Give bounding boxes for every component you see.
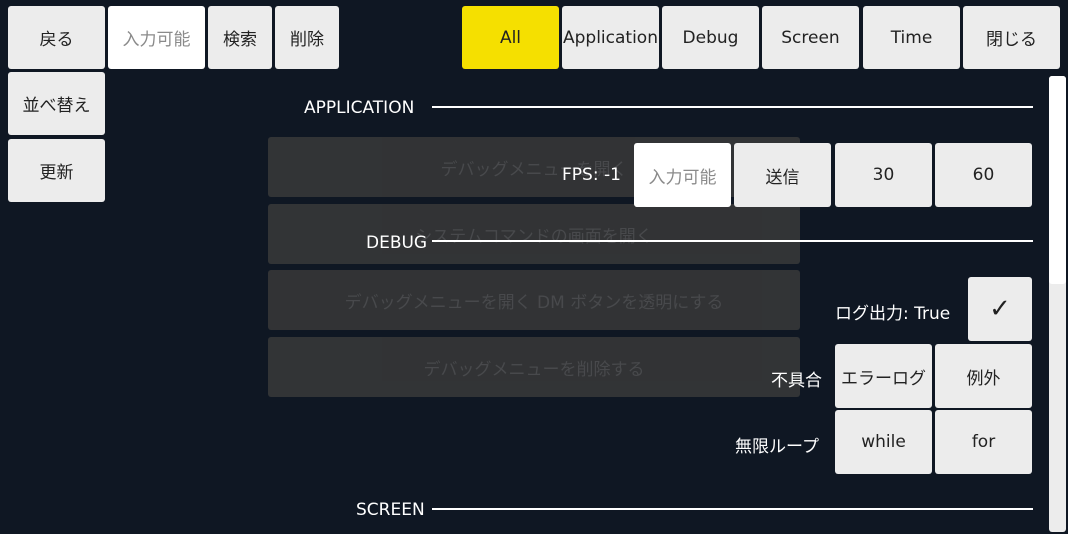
fps-label: FPS: -1 xyxy=(562,165,621,185)
close-button[interactable]: 閉じる xyxy=(963,6,1060,69)
delete-button[interactable]: 削除 xyxy=(275,6,339,69)
section-application-title: APPLICATION xyxy=(304,98,415,118)
delete-debug-menu-button[interactable]: デバッグメニューを削除する xyxy=(268,337,800,397)
open-system-command-button[interactable]: システムコマンドの画面を開く xyxy=(268,204,800,264)
error-log-button[interactable]: エラーログ xyxy=(835,344,932,408)
tab-debug[interactable]: Debug xyxy=(662,6,759,69)
fps-30-button[interactable]: 30 xyxy=(835,143,932,207)
section-screen-title: SCREEN xyxy=(356,500,425,520)
checkmark-icon: ✓ xyxy=(989,294,1011,324)
infinite-loop-label: 無限ループ xyxy=(735,437,819,457)
search-input[interactable]: 入力可能 xyxy=(108,6,205,69)
section-debug-title: DEBUG xyxy=(366,233,428,253)
section-debug-divider xyxy=(432,240,1033,242)
back-button[interactable]: 戻る xyxy=(8,6,105,69)
fps-send-button[interactable]: 送信 xyxy=(734,143,831,207)
sort-button[interactable]: 並べ替え xyxy=(8,72,105,135)
refresh-button[interactable]: 更新 xyxy=(8,139,105,202)
section-application-divider xyxy=(432,106,1033,108)
tab-screen[interactable]: Screen xyxy=(762,6,859,69)
tab-time[interactable]: Time xyxy=(863,6,960,69)
tab-application[interactable]: Application xyxy=(562,6,659,69)
fps-60-button[interactable]: 60 xyxy=(935,143,1032,207)
log-output-checkbox[interactable]: ✓ xyxy=(968,277,1032,341)
log-output-label: ログ出力: True xyxy=(835,304,951,324)
scrollbar-thumb[interactable] xyxy=(1049,76,1066,284)
section-screen-divider xyxy=(432,508,1033,510)
while-loop-button[interactable]: while xyxy=(835,410,932,474)
search-button[interactable]: 検索 xyxy=(208,6,272,69)
tab-all[interactable]: All xyxy=(462,6,559,69)
for-loop-button[interactable]: for xyxy=(935,410,1032,474)
exception-button[interactable]: 例外 xyxy=(935,344,1032,408)
open-debug-menu-transparent-button[interactable]: デバッグメニューを開く DM ボタンを透明にする xyxy=(268,270,800,330)
fps-input[interactable]: 入力可能 xyxy=(634,143,731,207)
defect-label: 不具合 xyxy=(771,371,822,391)
